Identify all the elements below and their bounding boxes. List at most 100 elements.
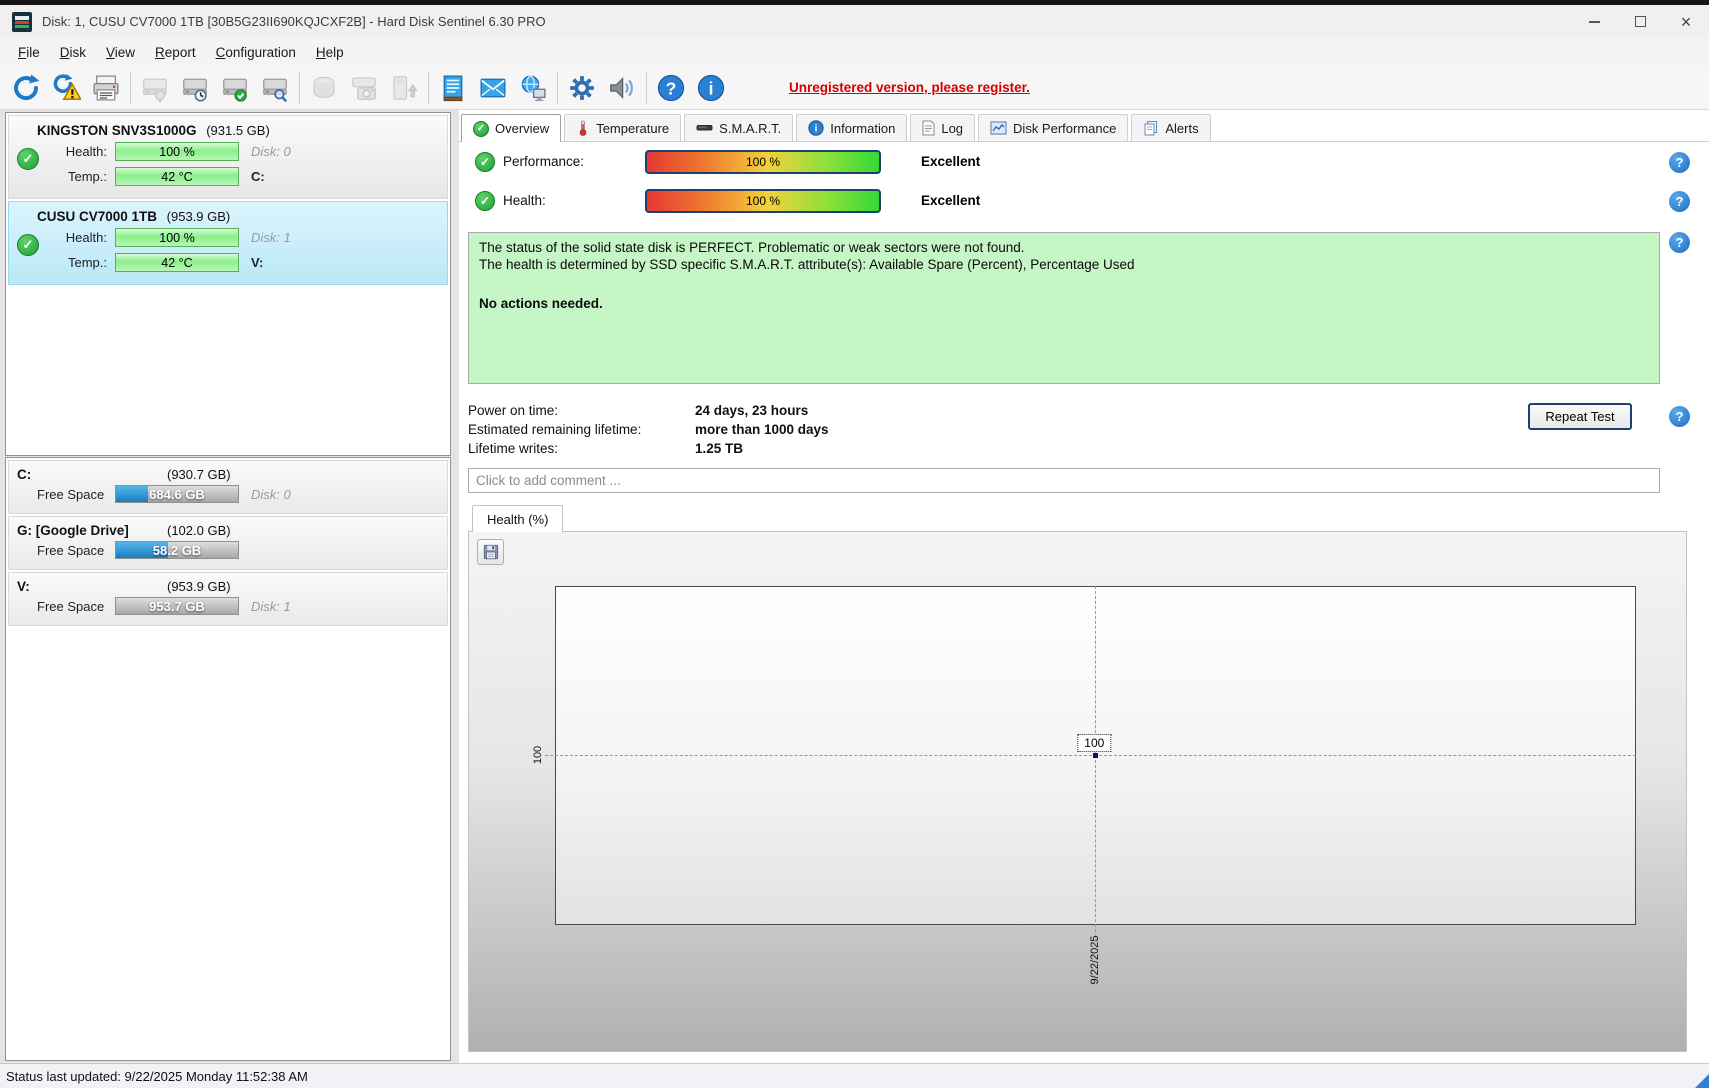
menu-bar: File Disk View Report Configuration Help bbox=[0, 38, 1709, 66]
status-line-2: The health is determined by SSD specific… bbox=[479, 256, 1135, 272]
partition-entry-g[interactable]: G: [Google Drive] (102.0 GB) Free Space … bbox=[8, 516, 448, 570]
partition-entry-v[interactable]: V: (953.9 GB) Free Space 953.7 GB Disk: … bbox=[8, 572, 448, 626]
refresh-warning-icon bbox=[53, 73, 81, 100]
disk-camera-button[interactable] bbox=[344, 68, 384, 108]
menu-help[interactable]: Help bbox=[306, 41, 354, 64]
health-bar: 100 % bbox=[115, 228, 239, 247]
tab-log[interactable]: Log bbox=[910, 114, 976, 141]
drive-letter: V: bbox=[251, 255, 264, 270]
info-icon: i bbox=[697, 74, 725, 101]
disk-entry-kingston[interactable]: KINGSTON SNV3S1000G (931.5 GB) Health: 1… bbox=[8, 115, 448, 199]
status-bar-text: Status last updated: 9/22/2025 Monday 11… bbox=[6, 1068, 308, 1084]
free-space-label: Free Space bbox=[37, 486, 105, 502]
partition-size: (930.7 GB) bbox=[167, 467, 231, 482]
free-space-bar: 953.7 GB bbox=[115, 597, 239, 615]
health-bar: 100 % bbox=[115, 142, 239, 161]
disk-eject-button[interactable] bbox=[384, 68, 424, 108]
free-space-label: Free Space bbox=[37, 598, 105, 614]
disk-generic-button[interactable] bbox=[304, 68, 344, 108]
tab-information[interactable]: i Information bbox=[796, 114, 908, 141]
maximize-icon bbox=[1634, 16, 1646, 27]
close-button[interactable]: × bbox=[1663, 5, 1709, 38]
tab-label: Alerts bbox=[1165, 120, 1199, 136]
disk-connect-icon bbox=[143, 78, 167, 102]
disk-connect-button[interactable] bbox=[135, 68, 175, 108]
refresh-button[interactable] bbox=[6, 68, 46, 108]
smart-disk-icon bbox=[696, 125, 713, 131]
disk-search-button[interactable] bbox=[255, 68, 295, 108]
save-graph-button[interactable] bbox=[477, 539, 504, 565]
information-button[interactable]: i bbox=[691, 68, 731, 108]
menu-disk[interactable]: Disk bbox=[50, 41, 96, 64]
notes-button[interactable] bbox=[433, 68, 473, 108]
sounds-button[interactable] bbox=[602, 68, 642, 108]
window-controls: × bbox=[1571, 5, 1709, 38]
report-printer-icon bbox=[93, 75, 119, 100]
refresh-warning-button[interactable] bbox=[46, 68, 86, 108]
tab-alerts[interactable]: Alerts bbox=[1131, 114, 1211, 141]
crosshair-vertical-line bbox=[1095, 586, 1096, 942]
disk-entry-cusu[interactable]: CUSU CV7000 1TB (953.9 GB) Health: 100 %… bbox=[8, 201, 448, 285]
network-button[interactable] bbox=[513, 68, 553, 108]
main-panel: Overview Temperature S.M.A.R.T. bbox=[459, 110, 1709, 1063]
disk-clock-icon bbox=[183, 78, 207, 101]
information-icon: i bbox=[808, 120, 824, 136]
minimize-button[interactable] bbox=[1571, 5, 1617, 38]
help-button[interactable]: ? bbox=[651, 68, 691, 108]
tab-temperature[interactable]: Temperature bbox=[564, 114, 682, 141]
tab-health-graph[interactable]: Health (%) bbox=[472, 505, 564, 532]
health-help-icon[interactable] bbox=[1669, 191, 1690, 212]
lifetime-writes-value: 1.25 TB bbox=[695, 441, 744, 456]
menu-view[interactable]: View bbox=[96, 41, 145, 64]
disk-ok-icon bbox=[17, 234, 39, 256]
thermometer-icon bbox=[579, 120, 587, 136]
repeat-test-button[interactable]: Repeat Test bbox=[1528, 403, 1632, 430]
title-bar: Disk: 1, CUSU CV7000 1TB [30B5G23II690KQ… bbox=[0, 5, 1709, 38]
tab-smart[interactable]: S.M.A.R.T. bbox=[684, 114, 794, 141]
disk-camera-icon bbox=[352, 76, 376, 100]
disk-clock-button[interactable] bbox=[175, 68, 215, 108]
free-space-bar: 684.6 GB bbox=[115, 485, 239, 503]
tab-disk-performance[interactable]: Disk Performance bbox=[978, 114, 1129, 141]
crosshair-horizontal-line bbox=[545, 755, 1636, 756]
performance-label: Performance: bbox=[503, 154, 585, 169]
unregistered-link[interactable]: Unregistered version, please register. bbox=[789, 80, 1030, 95]
disk-number: Disk: 1 bbox=[251, 230, 291, 245]
health-row: Health: 100 % Excellent bbox=[459, 189, 1709, 215]
performance-row: Performance: 100 % Excellent bbox=[459, 150, 1709, 176]
email-icon bbox=[480, 78, 506, 97]
remaining-lifetime-value: more than 1000 days bbox=[695, 422, 829, 437]
svg-text:i: i bbox=[709, 78, 714, 98]
menu-configuration[interactable]: Configuration bbox=[206, 41, 306, 64]
tab-overview[interactable]: Overview bbox=[461, 114, 562, 142]
drive-letter: C: bbox=[251, 169, 265, 184]
performance-chart-icon bbox=[990, 121, 1007, 135]
menu-file[interactable]: File bbox=[8, 41, 50, 64]
settings-button[interactable] bbox=[562, 68, 602, 108]
toolbar-separator bbox=[557, 71, 558, 104]
toolbar-separator bbox=[428, 71, 429, 104]
partition-size: (102.0 GB) bbox=[167, 523, 231, 538]
maximize-button[interactable] bbox=[1617, 5, 1663, 38]
toolbar-separator bbox=[299, 71, 300, 104]
help-icon: ? bbox=[657, 74, 685, 101]
email-button[interactable] bbox=[473, 68, 513, 108]
status-help-icon[interactable] bbox=[1669, 232, 1690, 253]
disk-check-button[interactable] bbox=[215, 68, 255, 108]
log-page-icon bbox=[922, 120, 935, 136]
save-floppy-icon bbox=[483, 544, 498, 560]
health-ok-icon bbox=[475, 191, 495, 211]
tab-label: Temperature bbox=[596, 120, 670, 136]
comment-input[interactable] bbox=[468, 468, 1660, 493]
menu-report[interactable]: Report bbox=[145, 41, 206, 64]
resize-grip[interactable] bbox=[1695, 1074, 1709, 1088]
report-button[interactable] bbox=[86, 68, 126, 108]
partition-name: C: bbox=[17, 467, 32, 482]
performance-help-icon[interactable] bbox=[1669, 152, 1690, 173]
minimize-icon bbox=[1588, 20, 1600, 23]
disk-number: Disk: 1 bbox=[251, 598, 291, 614]
disk-name: KINGSTON SNV3S1000G bbox=[37, 123, 197, 138]
partition-entry-c[interactable]: C: (930.7 GB) Free Space 684.6 GB Disk: … bbox=[8, 460, 448, 514]
repeat-test-help-icon[interactable] bbox=[1669, 406, 1690, 427]
refresh-icon bbox=[14, 74, 40, 100]
